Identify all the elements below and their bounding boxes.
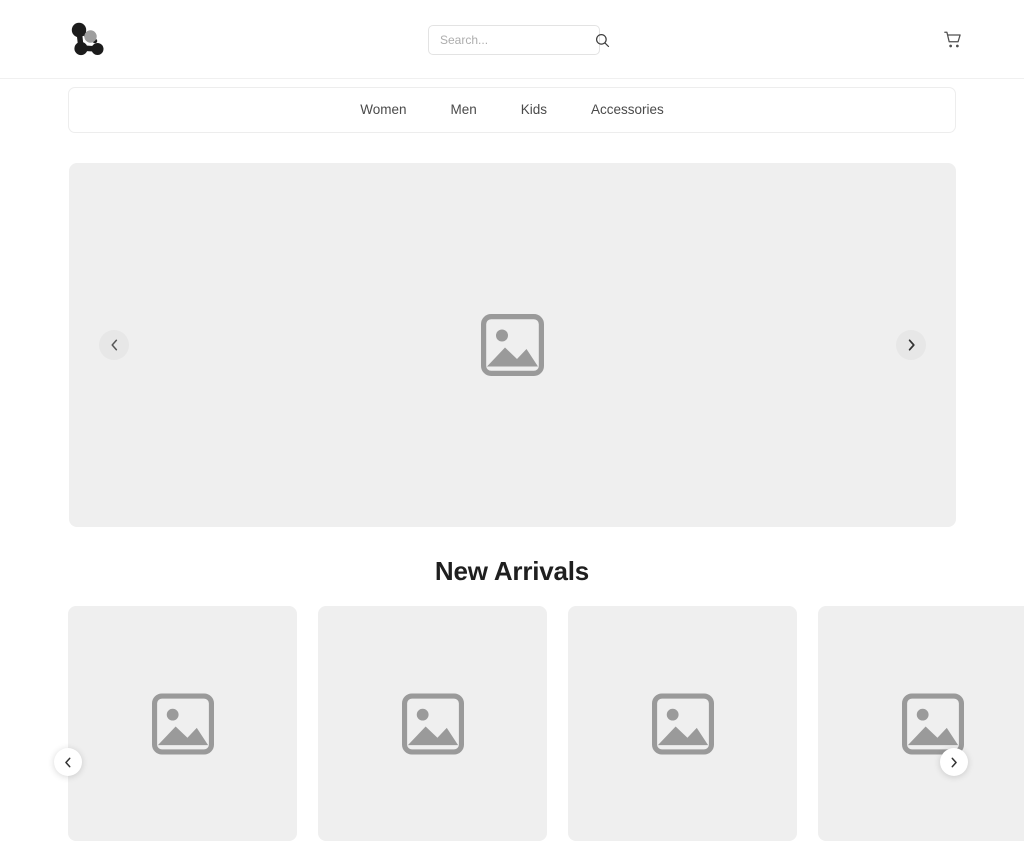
new-arrivals-track <box>68 606 1024 841</box>
image-placeholder-icon <box>651 692 714 755</box>
chevron-left-icon <box>110 339 117 351</box>
molecule-logo[interactable] <box>66 17 112 63</box>
chevron-right-icon <box>908 339 915 351</box>
new-arrivals-prev-button[interactable] <box>54 748 82 776</box>
product-card[interactable] <box>818 606 1024 841</box>
shopping-cart-icon <box>944 31 961 48</box>
site-header <box>0 0 1024 79</box>
molecule-logo-icon <box>71 22 104 56</box>
product-card[interactable] <box>318 606 547 841</box>
image-placeholder-icon <box>151 692 214 755</box>
page-title: New Arrivals <box>434 556 590 586</box>
hero-slide <box>69 163 956 527</box>
hero-prev-button[interactable] <box>99 330 129 360</box>
new-arrivals-next-button[interactable] <box>940 748 968 776</box>
hero-carousel <box>69 163 956 527</box>
image-placeholder-icon <box>481 314 544 376</box>
image-placeholder-icon <box>401 692 464 755</box>
search-input[interactable] <box>440 26 595 54</box>
nav-item-accessories[interactable]: Accessories <box>569 103 686 117</box>
search-icon[interactable] <box>595 33 610 48</box>
chevron-left-icon <box>65 757 71 767</box>
product-card[interactable] <box>568 606 797 841</box>
nav-item-men[interactable]: Men <box>428 103 498 117</box>
image-placeholder-icon <box>901 692 964 755</box>
category-navbar: Women Men Kids Accessories <box>68 87 956 133</box>
product-card[interactable] <box>68 606 297 841</box>
cart-button[interactable] <box>940 27 966 53</box>
new-arrivals-carousel <box>68 606 1024 841</box>
chevron-right-icon <box>951 757 957 767</box>
nav-item-kids[interactable]: Kids <box>499 103 569 117</box>
search-bar[interactable] <box>428 25 610 55</box>
nav-item-women[interactable]: Women <box>338 103 428 117</box>
hero-next-button[interactable] <box>896 330 926 360</box>
